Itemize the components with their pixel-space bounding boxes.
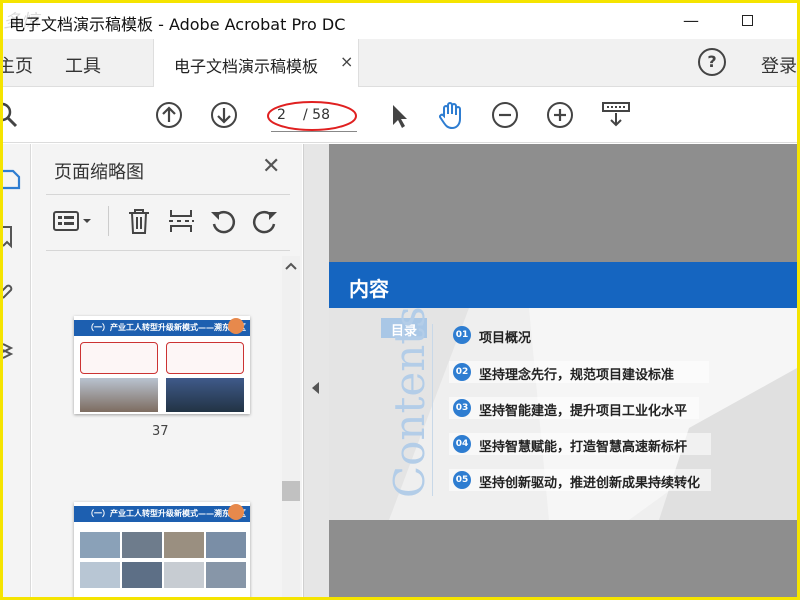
- tab-tools[interactable]: 工具: [65, 52, 101, 78]
- minimize-icon: —: [683, 11, 699, 30]
- zoom-out-icon[interactable]: [489, 99, 521, 131]
- attachments-icon[interactable]: [3, 280, 25, 306]
- thumbnails-panel: 页面缩略图 ✕ （一）产业工人转型升级新模式——溯东社区 37 （一）产业工人转…: [32, 144, 302, 597]
- rotate-left-icon[interactable]: [208, 206, 238, 236]
- collapse-arrow-icon: [312, 382, 319, 394]
- panel-title: 页面缩略图: [54, 162, 144, 183]
- rotate-right-icon[interactable]: [250, 206, 280, 236]
- divider: [46, 250, 290, 251]
- page-thumbnails-icon[interactable]: [3, 166, 25, 192]
- options-menu-icon[interactable]: [52, 206, 96, 236]
- thumbnail-photo: [80, 378, 158, 412]
- window-title: 电子文档演示稿模板 - Adobe Acrobat Pro DC: [9, 15, 346, 34]
- tab-document[interactable]: 电子文档演示稿模板 ×: [153, 39, 359, 87]
- thumbnail-photo: [80, 562, 120, 588]
- thumbnail-photo: [164, 562, 204, 588]
- thumbnail-text-box: [166, 342, 244, 374]
- toc-text: 坚持理念先行，规范项目建设标准: [479, 368, 675, 383]
- toc-item: 04 坚持智慧赋能，打造智慧高速新标杆: [449, 433, 711, 457]
- toc-item: 03 坚持智能建造，提升项目工业化水平: [449, 397, 699, 421]
- hand-tool-icon[interactable]: [435, 99, 467, 131]
- divider-line: [432, 324, 433, 496]
- logo-icon: [228, 504, 244, 520]
- slide-title-bar: 内容: [329, 262, 797, 308]
- slide-heading: 内容: [349, 277, 389, 301]
- thumbnail-photo: [206, 532, 246, 558]
- slide-page: 内容 目录 Contents 01 项目概况 02 坚持理念先行，规范项目建设标…: [329, 262, 797, 520]
- toc-item: 02 坚持理念先行，规范项目建设标准: [449, 361, 709, 385]
- scrollbar-thumb[interactable]: [282, 481, 300, 501]
- toc-text: 坚持智能建造，提升项目工业化水平: [479, 404, 688, 419]
- toc-item: 05 坚持创新驱动，推进创新成果持续转化: [449, 469, 711, 493]
- select-cursor-icon[interactable]: [383, 99, 415, 131]
- maximize-icon: [741, 15, 753, 26]
- toc-text: 坚持创新驱动，推进创新成果持续转化: [479, 476, 701, 491]
- close-tab-icon[interactable]: ×: [340, 52, 353, 71]
- zoom-in-icon[interactable]: [544, 99, 576, 131]
- thumbnail-page-number: 37: [152, 424, 169, 439]
- thumbnail-heading: （一）产业工人转型升级新模式——溯东社区: [86, 323, 246, 332]
- highlight-ellipse: [267, 101, 357, 131]
- fit-page-icon[interactable]: [600, 99, 632, 131]
- document-tab-label: 电子文档演示稿模板: [174, 57, 319, 76]
- toc-number: 03: [453, 399, 471, 417]
- bookmarks-icon[interactable]: [3, 224, 25, 250]
- minimize-button[interactable]: —: [679, 9, 703, 33]
- thumbnail-photo: [166, 378, 244, 412]
- thumbnail-photo: [80, 532, 120, 558]
- previous-page-icon[interactable]: [153, 99, 185, 131]
- scroll-up-icon[interactable]: [285, 262, 297, 270]
- app-window: 多惊 电子文档演示稿模板 - Adobe Acrobat Pro DC — 主页…: [3, 3, 797, 597]
- toc-number: 04: [453, 435, 471, 453]
- toc-text: 项目概况: [479, 331, 532, 346]
- thumbnail-text-box: [80, 342, 158, 374]
- layers-icon[interactable]: [3, 338, 25, 364]
- toc-number: 05: [453, 471, 471, 489]
- toc-number: 02: [453, 363, 471, 381]
- tab-home[interactable]: 主页: [3, 52, 33, 78]
- thumbnail-photo: [164, 532, 204, 558]
- help-icon[interactable]: ?: [698, 48, 726, 76]
- close-panel-icon[interactable]: ✕: [262, 154, 280, 179]
- thumbnail-header: （一）产业工人转型升级新模式——溯东社区: [74, 506, 250, 522]
- page-thumbnail[interactable]: （一）产业工人转型升级新模式——溯东社区: [74, 502, 250, 597]
- toc-item: 01 项目概况: [449, 324, 709, 348]
- toolbar: 2 / 58: [3, 87, 797, 143]
- thumbnail-photo: [122, 562, 162, 588]
- logo-icon: [228, 318, 244, 334]
- next-page-icon[interactable]: [208, 99, 240, 131]
- title-bar: 多惊 电子文档演示稿模板 - Adobe Acrobat Pro DC —: [3, 3, 797, 39]
- split-page-icon[interactable]: [166, 206, 196, 236]
- thumbnail-photo: [122, 532, 162, 558]
- search-icon[interactable]: [3, 99, 21, 131]
- navigation-strip: [3, 144, 31, 597]
- tab-bar: 主页 工具 电子文档演示稿模板 × ? 登录: [3, 39, 797, 87]
- thumbnails-scrollbar[interactable]: [282, 256, 300, 597]
- page-thumbnail[interactable]: （一）产业工人转型升级新模式——溯东社区: [74, 316, 250, 414]
- toc-number: 01: [453, 326, 471, 344]
- panel-collapse-handle[interactable]: [303, 144, 329, 597]
- toc-text: 坚持智慧赋能，打造智慧高速新标杆: [479, 440, 688, 455]
- divider: [46, 194, 290, 195]
- thumbnail-photo: [206, 562, 246, 588]
- login-button[interactable]: 登录: [761, 52, 797, 78]
- maximize-button[interactable]: [735, 9, 759, 33]
- contents-watermark: Contents: [385, 306, 434, 498]
- delete-icon[interactable]: [124, 206, 154, 236]
- toolbar-divider: [108, 206, 109, 236]
- document-view[interactable]: 内容 目录 Contents 01 项目概况 02 坚持理念先行，规范项目建设标…: [329, 144, 797, 597]
- thumbnail-header: （一）产业工人转型升级新模式——溯东社区: [74, 320, 250, 336]
- thumbnail-heading: （一）产业工人转型升级新模式——溯东社区: [86, 509, 246, 518]
